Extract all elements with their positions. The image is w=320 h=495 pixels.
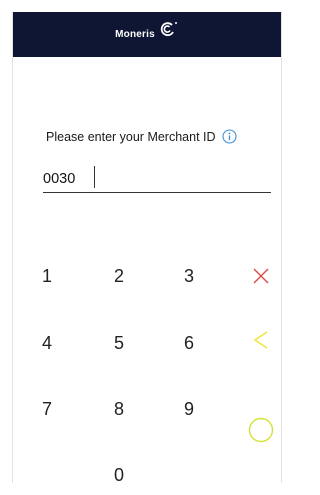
key-4[interactable]: 4 xyxy=(27,323,67,363)
key-7[interactable]: 7 xyxy=(27,389,67,429)
circle-icon xyxy=(248,417,274,443)
key-5[interactable]: 5 xyxy=(99,323,139,363)
key-8[interactable]: 8 xyxy=(99,389,139,429)
key-3[interactable]: 3 xyxy=(169,256,209,296)
cancel-button[interactable] xyxy=(241,256,281,296)
key-0[interactable]: 0 xyxy=(99,455,139,495)
moneris-logo: Moneris xyxy=(115,22,179,43)
prompt-label: Please enter your Merchant ID xyxy=(46,129,216,144)
key-9[interactable]: 9 xyxy=(169,389,209,429)
chevron-left-icon xyxy=(253,331,268,349)
key-6[interactable]: 6 xyxy=(169,323,209,363)
text-caret xyxy=(94,166,95,188)
close-icon xyxy=(253,268,269,284)
merchant-id-prompt: Please enter your Merchant ID xyxy=(46,129,237,144)
moneris-swirl-icon xyxy=(157,20,179,43)
info-icon[interactable] xyxy=(221,129,237,144)
key-1[interactable]: 1 xyxy=(27,256,67,296)
terminal-screen: Moneris Please enter your Merchant ID 00… xyxy=(12,12,282,485)
header-bar: Moneris xyxy=(13,12,281,57)
merchant-id-field[interactable]: 0030 xyxy=(43,162,271,193)
brand-name: Moneris xyxy=(115,29,155,40)
backspace-button[interactable] xyxy=(241,320,281,360)
key-2[interactable]: 2 xyxy=(99,256,139,296)
ok-button[interactable] xyxy=(241,410,281,450)
merchant-id-value: 0030 xyxy=(43,171,76,187)
